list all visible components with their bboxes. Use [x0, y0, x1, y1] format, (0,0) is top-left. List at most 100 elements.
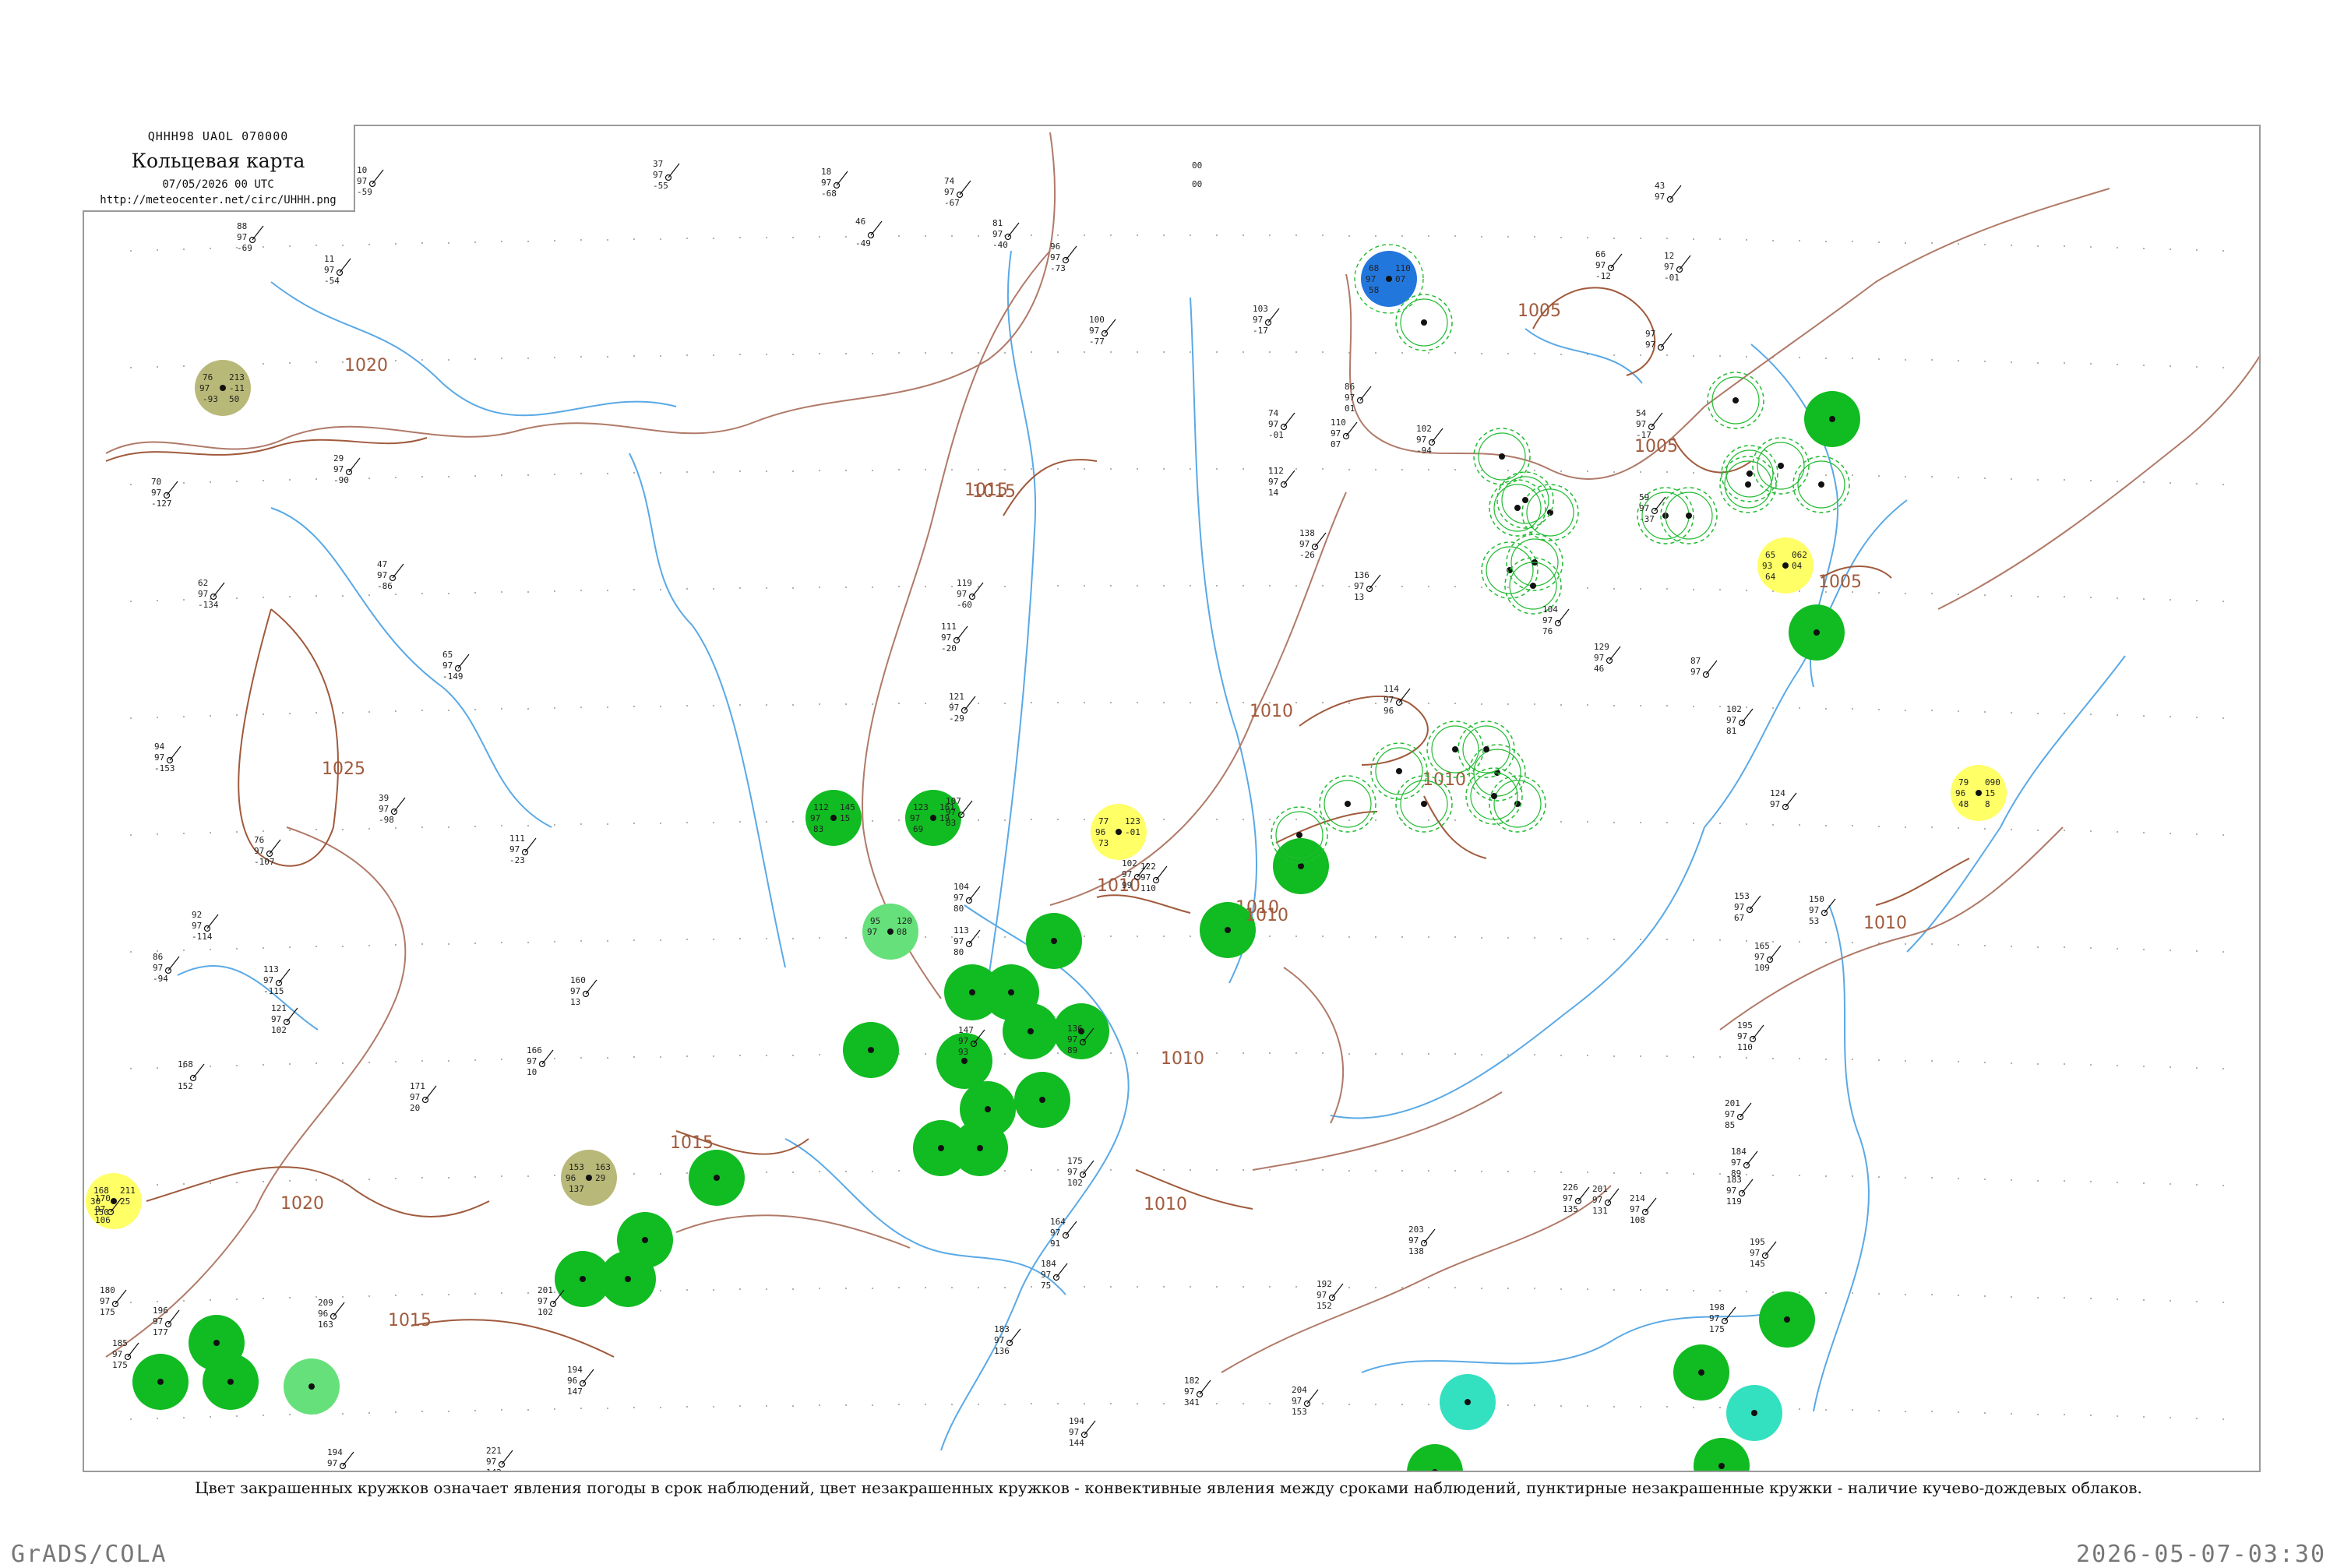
grid-dot: [1693, 1290, 1694, 1291]
grid-dot: [1031, 1169, 1032, 1171]
grid-dot: [1031, 351, 1032, 353]
grid-dot: [925, 1287, 926, 1288]
station-value: 113: [953, 925, 969, 936]
station-value: 211: [120, 1186, 136, 1196]
grid-dot: [1375, 352, 1376, 354]
grid-dot: [1719, 589, 1721, 590]
station-value: 97: [1709, 1313, 1719, 1323]
grid-dot: [130, 484, 132, 485]
grid-dot: [183, 482, 185, 484]
grid-dot: [1640, 1406, 1641, 1408]
grid-dot: [1057, 819, 1059, 820]
grid-dot: [554, 474, 555, 475]
isobar-label: 1020: [344, 356, 388, 375]
grid-dot: [448, 359, 449, 361]
grid-dot: [2196, 1067, 2198, 1069]
grid-dot: [1905, 1177, 1906, 1179]
grid-dot: [1216, 1403, 1218, 1404]
grid-dot: [1958, 477, 1959, 478]
grid-dot: [872, 703, 873, 705]
station-value: 29: [333, 453, 344, 463]
grid-dot: [1905, 1411, 1906, 1412]
grid-dot: [1693, 823, 1694, 824]
grid-dot: [474, 1176, 476, 1178]
grid-dot: [713, 1289, 714, 1291]
wind-barb: [1740, 1102, 1752, 1118]
grid-dot: [686, 939, 688, 940]
grid-dot: [395, 827, 397, 829]
grid-dot: [739, 1055, 741, 1056]
grid-dot: [1348, 1053, 1350, 1055]
grid-dot: [925, 235, 926, 237]
grid-dot: [263, 1064, 264, 1066]
grid-dot: [1666, 588, 1668, 590]
grid-dot: [1375, 1170, 1376, 1172]
station-value: 135: [1563, 1204, 1578, 1214]
grid-dot: [898, 703, 900, 704]
plain-station: 17597102: [1067, 1156, 1094, 1188]
isobar-label: 1010: [1245, 906, 1288, 925]
grid-dot: [2170, 1183, 2171, 1185]
station-value: -153: [154, 763, 175, 773]
grid-dot: [1163, 351, 1165, 353]
grid-dot: [713, 1406, 714, 1408]
river-path: [1906, 655, 2126, 953]
station-dot: [111, 1198, 117, 1204]
grid-dot: [951, 235, 953, 237]
grid-dot: [448, 943, 449, 945]
isobar-label: 1020: [280, 1194, 324, 1214]
grid-dot: [1640, 238, 1641, 239]
station-dot: [1782, 562, 1789, 569]
grid-dot: [2143, 949, 2145, 950]
grid-dot: [183, 248, 185, 250]
grid-dot: [2222, 717, 2224, 719]
grid-dot: [1163, 234, 1165, 236]
station-value: -23: [509, 855, 525, 865]
grid-dot: [1269, 1286, 1271, 1288]
grid-dot: [1746, 940, 1747, 942]
wind-barb: [964, 696, 976, 711]
grid-dot: [421, 242, 423, 244]
plain-station: 1609713: [570, 975, 597, 1007]
grid-dot: [1666, 238, 1668, 239]
grid-dot: [2011, 829, 2012, 830]
station-value: 119: [957, 578, 972, 588]
map-url[interactable]: http://meteocenter.net/circ/UHHH.png: [83, 194, 354, 206]
plain-station: 22197142: [486, 1446, 513, 1471]
station-value: 97: [1630, 1204, 1640, 1214]
grid-dot: [580, 473, 582, 474]
grid-dot: [845, 1404, 847, 1406]
station-dot: [938, 1145, 944, 1151]
river-path: [270, 507, 552, 828]
isobar-line: [1003, 459, 1098, 516]
grid-dot: [157, 600, 158, 601]
weather-station-circle: [952, 1120, 1008, 1176]
station-value: 110: [1140, 883, 1156, 893]
wind-barb: [1065, 245, 1077, 261]
grid-dot: [2117, 1065, 2118, 1066]
station-value: 97: [1317, 1290, 1327, 1300]
grid-dot: [1931, 1177, 1933, 1179]
grid-dot: [1004, 1053, 1006, 1055]
station-value: 97: [1595, 260, 1606, 270]
grid-dot: [1190, 1169, 1191, 1171]
wind-barb: [192, 1063, 205, 1079]
grid-dot: [2037, 479, 2039, 481]
grid-dot: [183, 1300, 185, 1302]
wind-barb: [1431, 428, 1443, 443]
grid-dot: [819, 236, 820, 238]
station-dot: [961, 1058, 968, 1064]
station-dot: [1514, 505, 1521, 511]
grid-dot: [1454, 1170, 1456, 1172]
station-value: 137: [569, 1184, 584, 1194]
station-dot: [1530, 583, 1536, 589]
grid-dot: [660, 939, 661, 941]
river-path: [1190, 297, 1257, 984]
border-path: [105, 826, 407, 1358]
station-value: -29: [949, 714, 964, 724]
wind-barb: [1785, 792, 1797, 808]
station-value: 102: [1416, 424, 1432, 434]
grid-dot: [1693, 238, 1694, 240]
grid-dot: [845, 1288, 847, 1289]
grid-dot: [1190, 936, 1191, 937]
